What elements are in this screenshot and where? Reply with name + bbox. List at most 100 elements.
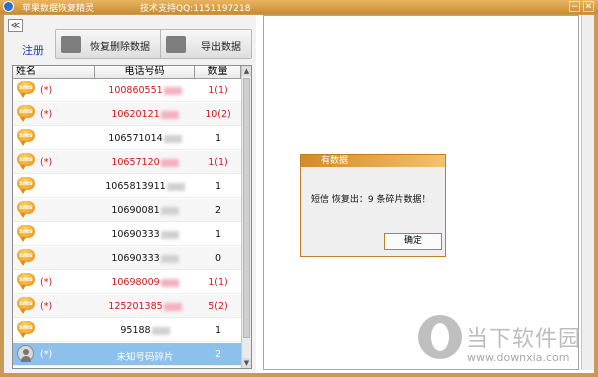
table-row[interactable]: sms (*) 10657120 1(1) bbox=[13, 151, 241, 174]
phone-cell: 未知号码碎片 bbox=[95, 349, 195, 363]
phone-number: 10690333 bbox=[111, 229, 160, 240]
phone-cell: 95188 bbox=[95, 325, 195, 336]
recover-icon bbox=[61, 36, 81, 53]
window-title: 苹果数据恢复精灵 bbox=[22, 4, 95, 14]
table-row[interactable]: (*) 未知号码碎片 2 bbox=[13, 343, 241, 366]
phone-number: 106571014 bbox=[108, 133, 163, 144]
sms-bubble-icon: sms bbox=[17, 273, 35, 290]
register-link[interactable]: 注册 bbox=[22, 42, 44, 58]
sms-bubble-icon: sms bbox=[17, 105, 35, 122]
phone-cell: 100860551 bbox=[95, 85, 195, 96]
table-row[interactable]: sms 106571014 1 bbox=[13, 127, 241, 150]
phone-number: 125201385 bbox=[108, 301, 163, 312]
table-row[interactable]: sms 95188 1 bbox=[13, 319, 241, 342]
dialog-title: 有数据 bbox=[321, 156, 349, 166]
table-row[interactable]: sms 10690081 2 bbox=[13, 199, 241, 222]
table-row[interactable]: sms (*) 10698009 1(1) bbox=[13, 271, 241, 294]
table-row[interactable]: sms 10690333 0 bbox=[13, 247, 241, 270]
deleted-flag: (*) bbox=[40, 349, 53, 360]
count-cell: 5(2) bbox=[208, 301, 228, 312]
phone-cell: 10698009 bbox=[95, 277, 195, 288]
watermark-url: www.downxia.com bbox=[467, 351, 570, 364]
col-header-name[interactable]: 姓名 bbox=[13, 66, 95, 78]
table-row[interactable]: sms (*) 10620121 10(2) bbox=[13, 103, 241, 126]
dialog-message: 短信 恢复出：9 条碎片数据！ bbox=[311, 195, 431, 205]
scroll-thumb[interactable] bbox=[243, 78, 250, 338]
phone-cell: 10690081 bbox=[95, 205, 195, 216]
table-row[interactable]: sms (*) 125201385 5(2) bbox=[13, 295, 241, 318]
scroll-down-icon[interactable]: ▼ bbox=[242, 358, 251, 368]
sms-bubble-icon: sms bbox=[17, 321, 35, 338]
phone-number: 10690333 bbox=[111, 253, 160, 264]
count-cell: 1(1) bbox=[208, 85, 228, 96]
app-frame: ≪ 注册 恢复删除数据 导出数据 姓名 电话号码 数量 sms (*) 100860… bbox=[4, 15, 594, 373]
phone-number: 100860551 bbox=[108, 85, 163, 96]
collapse-button[interactable]: ≪ bbox=[8, 19, 23, 32]
dialog-title-bar: 有数据 bbox=[301, 155, 445, 167]
phone-number: 95188 bbox=[120, 325, 151, 336]
count-cell: 10(2) bbox=[205, 109, 231, 120]
sms-bubble-icon: sms bbox=[17, 201, 35, 218]
title-bar: 苹果数据恢复精灵 技术支持QQ:1151197218 − ✕ bbox=[0, 0, 598, 14]
sms-bubble-icon: sms bbox=[17, 225, 35, 242]
sms-bubble-icon: sms bbox=[17, 129, 35, 146]
recover-label: 恢复删除数据 bbox=[90, 42, 150, 53]
scroll-up-icon[interactable]: ▲ bbox=[242, 66, 251, 76]
table-row[interactable]: sms (*) 100860551 1(1) bbox=[13, 79, 241, 102]
app-icon bbox=[3, 1, 14, 12]
redacted-digits bbox=[160, 158, 179, 167]
redacted-digits bbox=[160, 230, 179, 239]
detail-scrollbar[interactable] bbox=[581, 15, 594, 370]
count-cell: 0 bbox=[214, 253, 222, 264]
redacted-digits bbox=[166, 182, 185, 191]
redacted-digits bbox=[160, 278, 179, 287]
phone-number: 10620121 bbox=[111, 109, 160, 120]
redacted-digits bbox=[163, 302, 182, 311]
col-header-phone[interactable]: 电话号码 bbox=[95, 66, 195, 78]
table-row[interactable]: sms 10690333 1 bbox=[13, 223, 241, 246]
close-button[interactable]: ✕ bbox=[583, 1, 594, 12]
export-icon bbox=[166, 36, 186, 53]
watermark-text: 当下软件园 bbox=[466, 327, 582, 352]
ok-button[interactable]: 确定 bbox=[384, 233, 442, 250]
downxia-logo-icon bbox=[418, 315, 462, 359]
count-cell: 1 bbox=[214, 181, 222, 192]
redacted-digits bbox=[160, 206, 179, 215]
phone-cell: 10620121 bbox=[95, 109, 195, 120]
phone-cell: 106571014 bbox=[95, 133, 195, 144]
deleted-flag: (*) bbox=[40, 109, 53, 120]
minimize-button[interactable]: − bbox=[569, 1, 580, 12]
export-label: 导出数据 bbox=[201, 42, 241, 53]
redacted-digits bbox=[163, 86, 182, 95]
sms-bubble-icon: sms bbox=[17, 81, 35, 98]
phone-cell: 10690333 bbox=[95, 229, 195, 240]
sms-bubble-icon: sms bbox=[17, 297, 35, 314]
count-cell: 1 bbox=[214, 229, 222, 240]
table-header: 姓名 电话号码 数量 bbox=[13, 66, 241, 79]
result-dialog: 有数据 短信 恢复出：9 条碎片数据！ 确定 bbox=[300, 154, 446, 257]
phone-number: 10657120 bbox=[111, 157, 160, 168]
table-scrollbar[interactable]: ▲ ▼ bbox=[241, 66, 251, 368]
phone-number: 10698009 bbox=[111, 277, 160, 288]
redacted-digits bbox=[160, 110, 179, 119]
person-icon bbox=[17, 345, 34, 362]
export-data-button[interactable]: 导出数据 bbox=[160, 29, 252, 59]
left-pane: ≪ 注册 恢复删除数据 导出数据 姓名 电话号码 数量 sms (*) 100860… bbox=[4, 15, 256, 373]
table-row[interactable]: sms 1065813911 1 bbox=[13, 175, 241, 198]
redacted-digits bbox=[151, 326, 170, 335]
deleted-flag: (*) bbox=[40, 277, 53, 288]
sms-bubble-icon: sms bbox=[17, 153, 35, 170]
phone-cell: 1065813911 bbox=[95, 181, 195, 192]
deleted-flag: (*) bbox=[40, 85, 53, 96]
count-cell: 1(1) bbox=[208, 157, 228, 168]
count-cell: 2 bbox=[214, 205, 222, 216]
redacted-digits bbox=[163, 134, 182, 143]
deleted-flag: (*) bbox=[40, 301, 53, 312]
phone-number: 1065813911 bbox=[105, 181, 166, 192]
count-cell: 1 bbox=[214, 133, 222, 144]
col-header-count[interactable]: 数量 bbox=[195, 66, 241, 78]
count-cell: 2 bbox=[214, 349, 222, 360]
support-qq: 技术支持QQ:1151197218 bbox=[140, 4, 251, 14]
recover-deleted-button[interactable]: 恢复删除数据 bbox=[55, 29, 173, 59]
window-controls: − ✕ bbox=[569, 1, 594, 12]
